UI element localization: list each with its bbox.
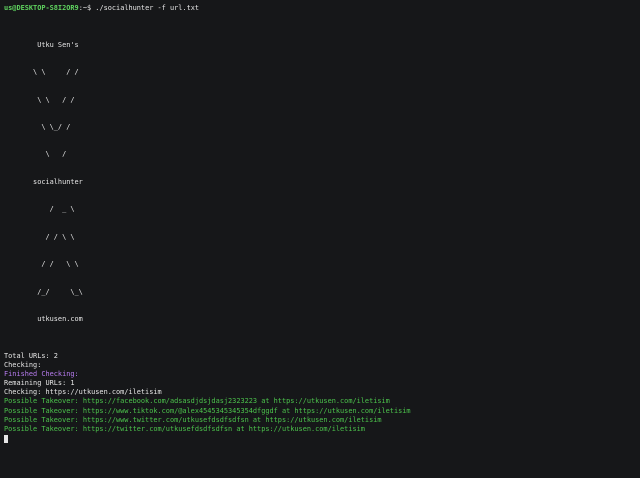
finished-checking-text: Finished Checking: <box>4 370 79 378</box>
terminal-window[interactable]: us@DESKTOP-S8I2OR9:~$ ./socialhunter -f … <box>0 0 640 478</box>
banner-line: / / \ \ <box>4 232 75 241</box>
banner-line: utkusen.com <box>4 315 83 324</box>
banner-line: Utku Sen's <box>4 40 79 49</box>
prompt-user-host: us@DESKTOP-S8I2OR9 <box>4 4 79 12</box>
text-cursor <box>4 434 8 443</box>
banner-line: \ / <box>4 150 67 159</box>
takeover-line: Possible Takeover: https://facebook.com/… <box>4 397 390 406</box>
banner-line: socialhunter <box>4 177 83 186</box>
takeover-line: Possible Takeover: https://www.twitter.c… <box>4 415 382 424</box>
checking-url-text: Checking: https://utkusen.com/iletisim <box>4 388 162 397</box>
total-urls-text: Total URLs: 2 <box>4 351 58 360</box>
checking-text: Checking: <box>4 360 42 369</box>
command-text: ./socialhunter -f url.txt <box>95 4 200 12</box>
takeover-line: Possible Takeover: https://twitter.com/u… <box>4 424 365 433</box>
banner-line: / _ \ <box>4 205 75 214</box>
input-line[interactable] <box>4 434 636 443</box>
banner-line: / / \ \ <box>4 260 79 269</box>
banner-line: \ \ / / <box>4 95 75 104</box>
ascii-banner: Utku Sen's \ \ / / \ \ / / \ \_/ / \ / s… <box>4 22 636 342</box>
prompt-path: :~$ <box>78 4 92 12</box>
remaining-urls-text: Remaining URLs: 1 <box>4 379 75 388</box>
banner-line: \ \ / / <box>4 68 79 77</box>
takeover-line: Possible Takeover: https://www.tiktok.co… <box>4 406 411 415</box>
command-line: us@DESKTOP-S8I2OR9:~$ ./socialhunter -f … <box>4 4 636 13</box>
banner-line: /_/ \_\ <box>4 287 83 296</box>
banner-line: \ \_/ / <box>4 122 71 131</box>
